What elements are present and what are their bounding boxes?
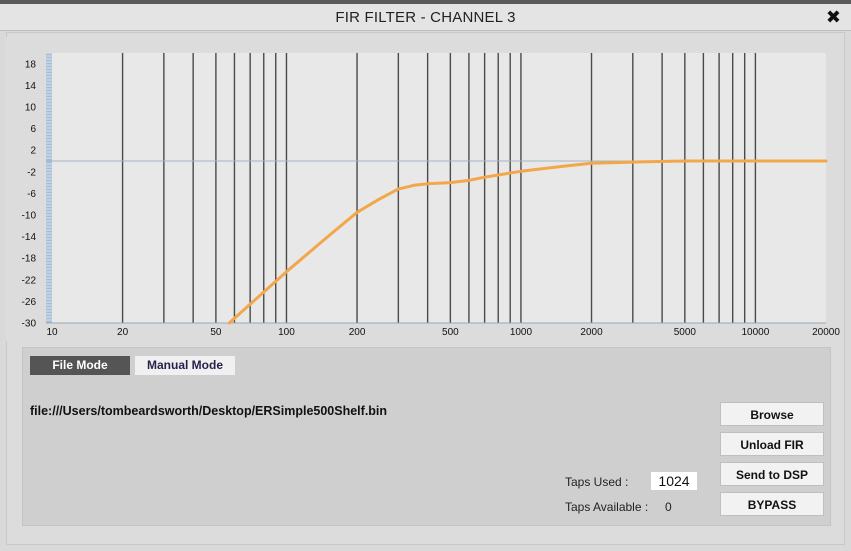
fir-file-path: file:///Users/tombeardsworth/Desktop/ERS… bbox=[30, 404, 388, 418]
browse-button[interactable]: Browse bbox=[720, 402, 824, 426]
taps-available-value: 0 bbox=[665, 500, 672, 514]
y-tick-label: -14 bbox=[22, 232, 37, 243]
tab-file-mode[interactable]: File Mode bbox=[30, 356, 130, 375]
y-tick-label: -22 bbox=[22, 275, 37, 286]
x-tick-label: 5000 bbox=[674, 327, 697, 338]
unload-fir-button[interactable]: Unload FIR bbox=[720, 432, 824, 456]
taps-used-input[interactable] bbox=[650, 471, 698, 491]
x-tick-label: 20 bbox=[117, 327, 129, 338]
taps-used-label: Taps Used : bbox=[565, 475, 629, 489]
taps-available-label: Taps Available : bbox=[565, 500, 649, 514]
plot-area bbox=[52, 53, 826, 323]
x-tick-label: 2000 bbox=[580, 327, 603, 338]
close-icon[interactable]: ✖ bbox=[826, 7, 841, 27]
x-tick-label: 100 bbox=[278, 327, 295, 338]
send-to-dsp-button[interactable]: Send to DSP bbox=[720, 462, 824, 486]
y-tick-label: -18 bbox=[22, 254, 37, 265]
x-tick-label: 1000 bbox=[510, 327, 533, 338]
x-tick-label: 10000 bbox=[742, 327, 770, 338]
frequency-response-chart: 18 14 10 6 2 -2 -6 -10 -14 -18 -22 -26 -30 10 20 50 100 2… bbox=[6, 37, 840, 341]
y-tick-label: -30 bbox=[22, 319, 37, 330]
y-tick-label: 18 bbox=[25, 59, 37, 70]
x-tick-label: 20000 bbox=[812, 327, 840, 338]
title-bar: FIR FILTER - CHANNEL 3 ✖ bbox=[0, 4, 851, 31]
y-tick-label: 2 bbox=[30, 146, 36, 157]
tab-manual-mode[interactable]: Manual Mode bbox=[135, 356, 235, 375]
y-tick-label: -2 bbox=[27, 167, 36, 178]
x-tick-label: 50 bbox=[210, 327, 222, 338]
y-tick-label: -10 bbox=[22, 211, 37, 222]
y-tick-label: -26 bbox=[22, 297, 37, 308]
y-tick-label: 14 bbox=[25, 81, 37, 92]
x-tick-label: 200 bbox=[349, 327, 366, 338]
y-tick-label: 6 bbox=[30, 124, 36, 135]
y-tick-label: 10 bbox=[25, 103, 37, 114]
window-title: FIR FILTER - CHANNEL 3 bbox=[335, 9, 516, 26]
x-tick-label: 10 bbox=[46, 327, 58, 338]
y-tick-label: -6 bbox=[27, 189, 36, 200]
chart-svg: 18 14 10 6 2 -2 -6 -10 -14 -18 -22 -26 -30 10 20 50 100 2… bbox=[6, 37, 840, 341]
x-tick-label: 500 bbox=[442, 327, 459, 338]
bypass-button[interactable]: BYPASS bbox=[720, 492, 824, 516]
